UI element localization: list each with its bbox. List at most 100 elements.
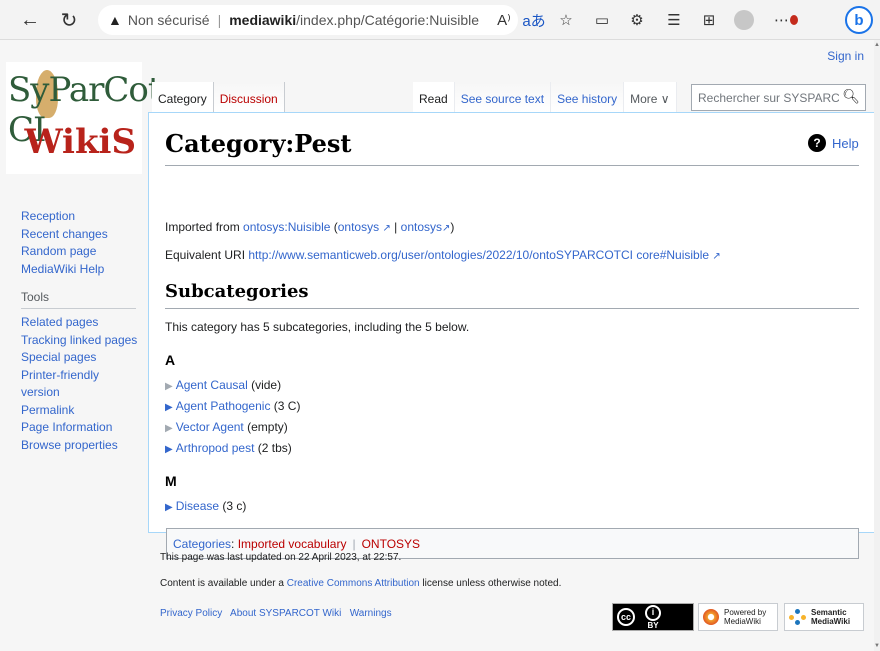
imported-open: ( [330,220,338,234]
sidebar-item-reception[interactable]: Reception [21,208,141,226]
sidebar-item-printable[interactable]: Printer-friendly version [21,367,141,402]
ontosys-link-2[interactable]: ontosys [401,220,442,234]
back-arrow-icon[interactable]: ← [16,6,44,34]
subcategory-link[interactable]: Disease [176,499,219,513]
expand-arrow-icon[interactable]: ▶ [165,381,173,392]
address-separator: | [217,12,222,28]
subcategories-heading: Subcategories [165,281,309,302]
license-link[interactable]: Creative Commons Attribution [287,578,420,589]
favorites-list-icon[interactable]: ☰ [662,8,686,32]
warning-triangle-icon: ▲ [108,12,122,28]
site-logo[interactable]: SyParCot-CI WikiS [6,62,172,174]
tab-view-source[interactable]: See source text [454,82,552,112]
sidebar-item-browse-properties[interactable]: Browse properties [21,437,141,455]
footer-links: Privacy Policy About SYSPARCOT Wiki Warn… [160,608,392,619]
cc-by-badge[interactable]: cc i BY [612,603,694,631]
subcategory-link[interactable]: Agent Causal [176,378,248,392]
sidebar: Reception Recent changes Random page Med… [21,208,141,454]
semantic-mediawiki-icon [789,609,807,625]
categories-label[interactable]: Categories [173,537,231,551]
favorite-add-icon[interactable]: ☆ [554,8,578,32]
collections-icon[interactable]: ⊞ [697,8,721,32]
sidebar-item-permalink[interactable]: Permalink [21,402,141,420]
sidebar-item-related-pages[interactable]: Related pages [21,314,141,332]
page-scrollbar[interactable]: ▲ ▼ [874,40,880,651]
expand-arrow-icon[interactable]: ▶ [165,502,173,513]
settings-more-icon[interactable]: ⋯ [774,8,798,32]
sidebar-item-recent-changes[interactable]: Recent changes [21,226,141,244]
group-letter-a: A [165,352,176,368]
subcategory-item: ▶ Agent Causal (vide) [165,378,281,392]
sidebar-item-help[interactable]: MediaWiki Help [21,261,141,279]
security-warning: Non sécurisé [127,12,210,28]
category-link[interactable]: ONTOSYS [362,537,420,551]
subcategory-item: ▶ Arthropod pest (2 tbs) [165,441,292,455]
group-letter-m: M [165,473,177,489]
license-prefix: Content is available under a [160,578,287,589]
last-updated: This page was last updated on 22 April 2… [160,552,402,563]
reload-icon[interactable]: ↻ [55,6,83,34]
category-link[interactable]: Imported vocabulary [238,537,347,551]
privacy-policy-link[interactable]: Privacy Policy [160,608,222,619]
address-bar[interactable]: ▲ Non sécurisé | mediawiki /index.php/Ca… [98,5,518,35]
tools-heading: Tools [21,290,136,309]
scroll-down-icon[interactable]: ▼ [874,643,880,649]
subcategory-link[interactable]: Arthropod pest [176,441,255,455]
search-icon[interactable]: 🔍︎ [839,88,860,105]
sign-in-link[interactable]: Sign in [827,49,864,63]
powered-by-mediawiki-badge[interactable]: Powered by MediaWiki [698,603,778,631]
subcategory-count: (vide) [247,378,282,392]
subcategory-link[interactable]: Agent Pathogenic [176,399,271,413]
subcategory-link[interactable]: Vector Agent [176,420,244,434]
sidebar-item-special-pages[interactable]: Special pages [21,349,141,367]
scroll-up-icon[interactable]: ▲ [874,42,880,48]
subcategory-count: (2 tbs) [254,441,292,455]
badge-smw-line1: Semantic [811,608,847,617]
expand-arrow-icon[interactable]: ▶ [165,402,173,413]
sidebar-item-random-page[interactable]: Random page [21,243,141,261]
badge-mw-line2: MediaWiki [724,617,761,626]
tab-category[interactable]: Category [152,82,213,112]
help-icon: ? [808,134,826,152]
subcategories-intro: This category has 5 subcategories, inclu… [165,320,470,334]
about-link[interactable]: About SYSPARCOT Wiki [230,608,341,619]
view-tabs: Read See source text See history More ∨ [413,82,677,112]
reader-view-icon[interactable]: ▭ [590,8,614,32]
namespace-tabs: Category Discussion [152,82,285,112]
read-aloud-icon[interactable]: A⁾ [492,8,516,32]
title-divider [165,165,859,166]
tab-history[interactable]: See history [551,82,625,112]
subcategory-item: ▶ Agent Pathogenic (3 C) [165,399,300,413]
external-link-icon: ↗ [382,223,391,234]
extensions-icon[interactable]: ⚙ [625,8,649,32]
search-placeholder: Rechercher sur SYSPARCOT [698,90,857,105]
license-suffix: license unless otherwise noted. [419,578,562,589]
cc-by-label: BY [647,620,659,630]
translate-icon[interactable]: aあ [522,8,546,32]
uri-prefix: Equivalent URI [165,248,249,262]
semantic-mediawiki-badge[interactable]: Semantic MediaWiki [784,603,864,631]
subcategory-count: (3 c) [219,499,247,513]
equivalent-uri-link[interactable]: http://www.semanticweb.org/user/ontologi… [248,248,709,262]
help-link[interactable]: ? Help [808,134,859,152]
external-link-icon: ↗ [712,251,721,262]
copilot-icon[interactable]: b [845,6,873,34]
profile-avatar-icon[interactable] [732,8,756,32]
subcategory-item: ▶ Vector Agent (empty) [165,420,288,434]
imported-sep: | [390,220,401,234]
imported-from-line: Imported from ontosys:Nuisible (ontosys … [165,220,454,234]
page-title: Category:Pest [165,129,352,158]
expand-arrow-icon[interactable]: ▶ [165,423,173,434]
cc-icon: cc [617,608,635,626]
sidebar-item-tracking-linked[interactable]: Tracking linked pages [21,332,141,350]
tab-read[interactable]: Read [413,82,455,112]
subcategory-count: (empty) [243,420,288,434]
imported-source-link[interactable]: ontosys:Nuisible [243,220,330,234]
ontosys-link-1[interactable]: ontosys [338,220,379,234]
expand-arrow-icon[interactable]: ▶ [165,444,173,455]
search-input[interactable]: Rechercher sur SYSPARCOT 🔍︎ [691,84,866,111]
sidebar-item-page-info[interactable]: Page Information [21,419,141,437]
more-menu-button[interactable]: More ∨ [624,82,677,112]
tab-discussion[interactable]: Discussion [212,82,285,112]
disclaimers-link[interactable]: Warnings [350,608,392,619]
